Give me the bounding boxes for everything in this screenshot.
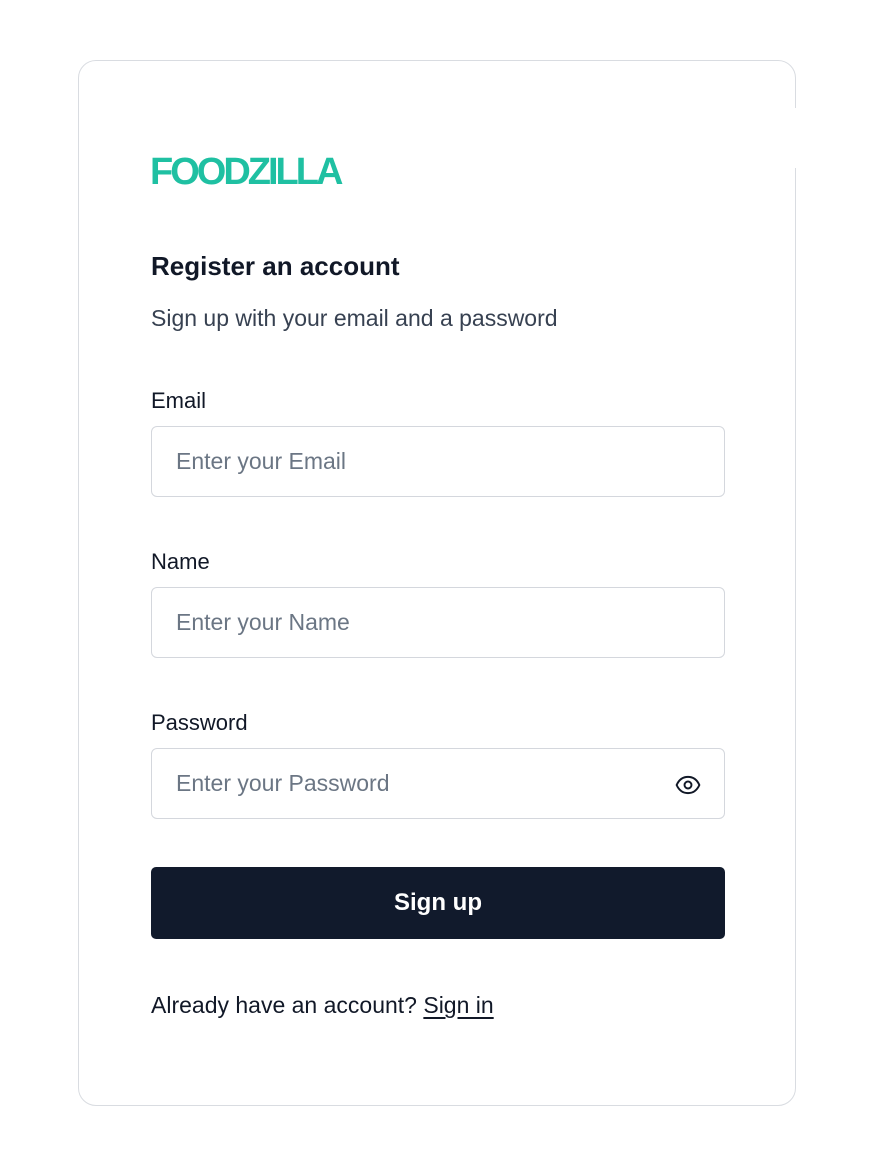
- name-field-container: [151, 587, 725, 658]
- name-label: Name: [151, 549, 210, 574]
- page-subtitle: Sign up with your email and a password: [151, 305, 558, 331]
- eye-icon[interactable]: [674, 771, 702, 799]
- password-input[interactable]: [152, 749, 724, 818]
- email-field-container: [151, 426, 725, 497]
- sign-up-button[interactable]: Sign up: [151, 867, 725, 939]
- password-field-container: [151, 748, 725, 819]
- sign-in-prompt-text: Already have an account?: [151, 992, 417, 1018]
- register-card: [78, 60, 796, 1106]
- foodzilla-logo: FOODZILLA: [150, 151, 343, 193]
- password-label: Password: [151, 710, 248, 735]
- name-input[interactable]: [152, 588, 724, 657]
- email-label: Email: [151, 388, 207, 413]
- page-title: Register an account: [151, 251, 400, 281]
- card-border-gap: [794, 108, 800, 168]
- sign-in-prompt: Already have an account? Sign in: [151, 989, 494, 1021]
- email-input[interactable]: [152, 427, 724, 496]
- sign-in-link[interactable]: Sign in: [423, 992, 493, 1018]
